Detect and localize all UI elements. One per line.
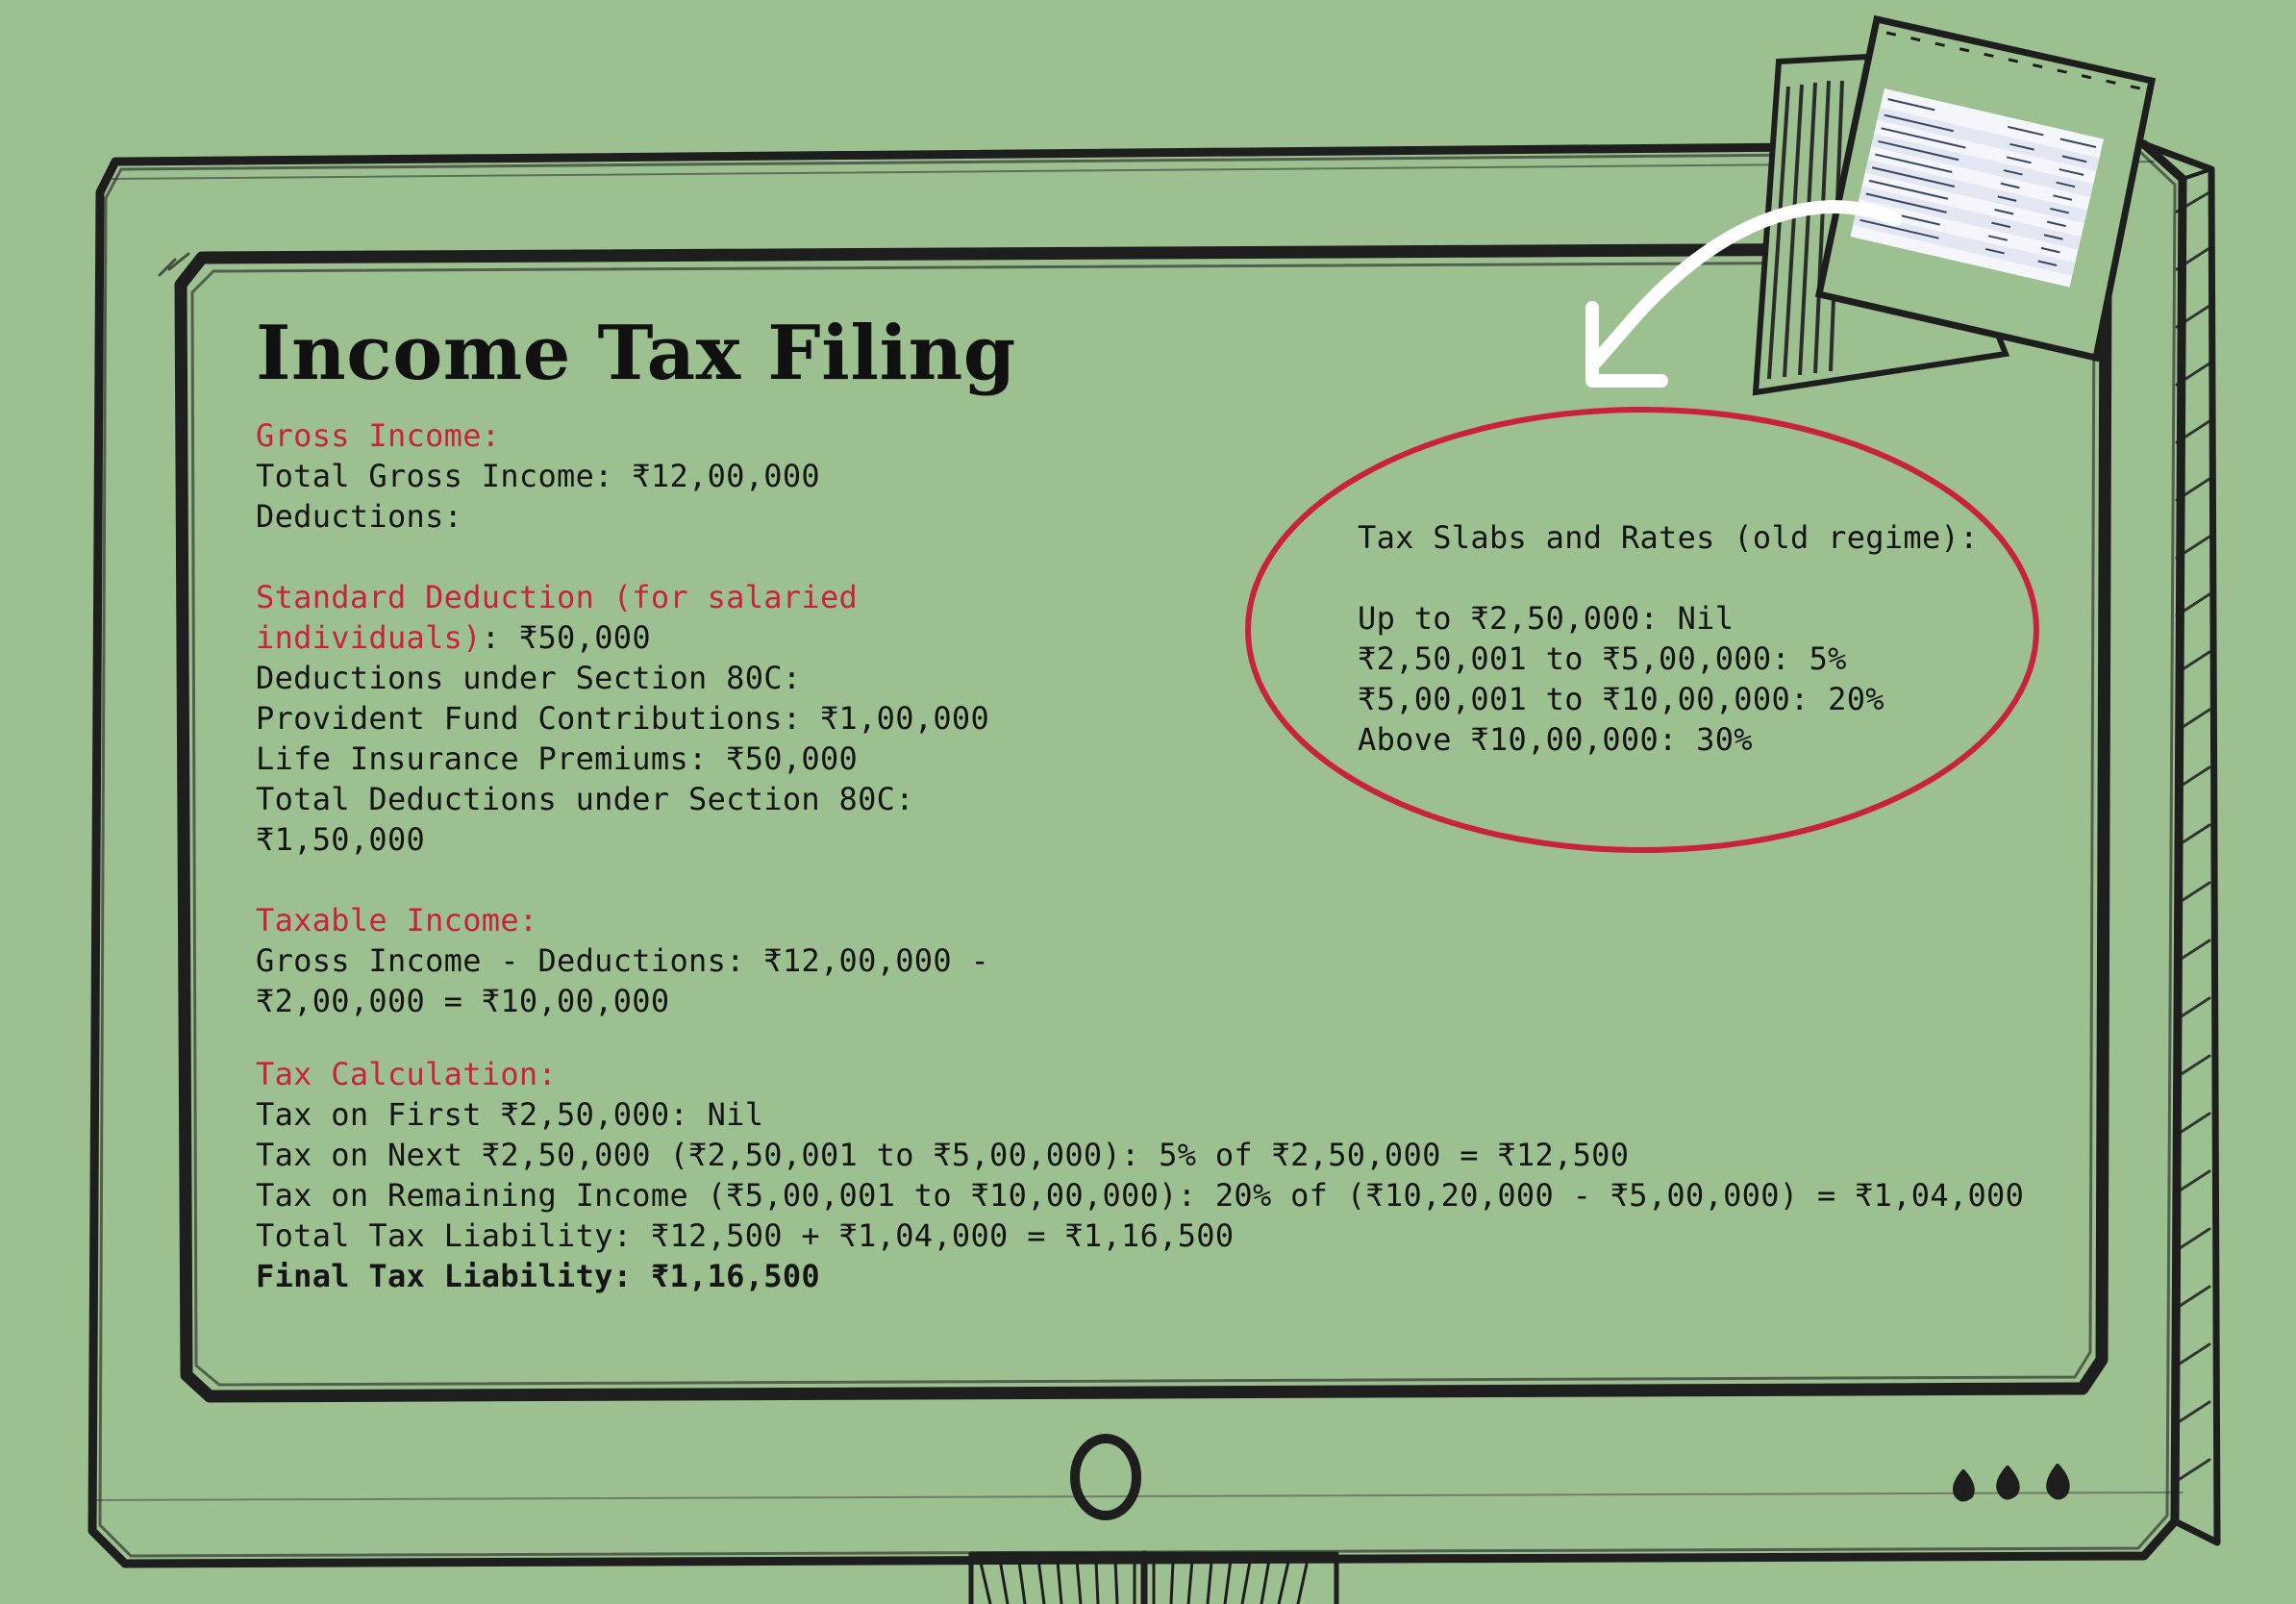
taxable-income-line-2: ₹2,00,000 = ₹10,00,000 bbox=[256, 983, 670, 1019]
tax-slab-item: Above ₹10,00,000: 30% bbox=[1358, 721, 1753, 758]
tax-slabs-panel: Tax Slabs and Rates (old regime): Up to … bbox=[1358, 517, 1979, 760]
total-gross-income: Total Gross Income: ₹12,00,000 bbox=[256, 458, 820, 494]
stage: Income Tax Filing Gross Income: Total Gr… bbox=[0, 0, 2296, 1604]
tax-slabs-heading: Tax Slabs and Rates (old regime): bbox=[1358, 519, 1979, 556]
total-80c-value: ₹1,50,000 bbox=[256, 821, 426, 858]
tax-calculation-line: Tax on Remaining Income (₹5,00,001 to ₹1… bbox=[256, 1177, 2025, 1214]
page-title: Income Tax Filing bbox=[256, 310, 1016, 397]
taxable-income-line-1: Gross Income - Deductions: ₹12,00,000 - bbox=[256, 942, 990, 979]
tax-slab-item: ₹2,50,001 to ₹5,00,000: 5% bbox=[1358, 640, 1847, 677]
standard-deduction-heading-cont: individuals) bbox=[256, 619, 482, 656]
taxable-income-heading: Taxable Income: bbox=[256, 902, 538, 939]
tax-slab-item: ₹5,00,001 to ₹10,00,000: 20% bbox=[1358, 681, 1884, 717]
final-tax-liability: Final Tax Liability: ₹1,16,500 bbox=[256, 1258, 820, 1294]
standard-deduction-amount: : ₹50,000 bbox=[481, 619, 651, 656]
power-button-icon bbox=[1070, 1434, 1141, 1520]
indicator-lights-icon bbox=[1953, 1464, 2070, 1502]
tax-calculation-line: Tax on Next ₹2,50,000 (₹2,50,001 to ₹5,0… bbox=[256, 1137, 1630, 1173]
total-80c-label: Total Deductions under Section 80C: bbox=[256, 781, 914, 817]
tax-calculation-line: Total Tax Liability: ₹12,500 + ₹1,04,000… bbox=[256, 1217, 1235, 1254]
tax-table-note-icon bbox=[1585, 14, 2157, 396]
tax-calculation-line: Tax on First ₹2,50,000: Nil bbox=[256, 1096, 764, 1133]
gross-income-heading: Gross Income: bbox=[256, 417, 501, 454]
tax-slab-item: Up to ₹2,50,000: Nil bbox=[1358, 600, 1734, 637]
tax-calculation-heading: Tax Calculation: bbox=[256, 1056, 558, 1092]
